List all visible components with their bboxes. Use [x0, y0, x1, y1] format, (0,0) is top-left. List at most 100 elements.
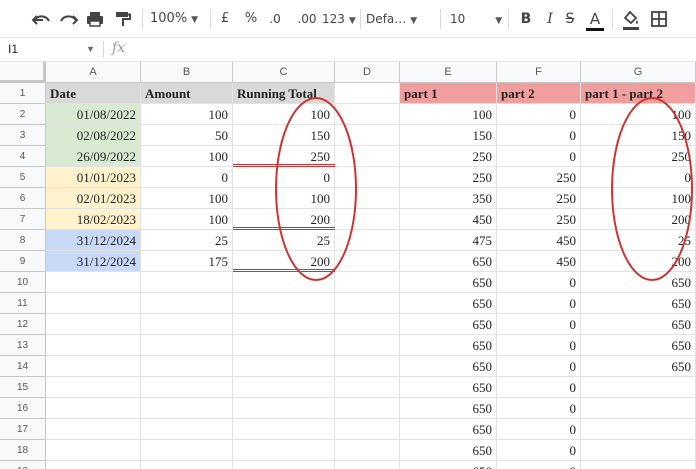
- empty-cell[interactable]: [335, 209, 400, 230]
- empty-cell[interactable]: [335, 293, 400, 314]
- table-cell[interactable]: 650: [400, 335, 497, 356]
- row-header-9[interactable]: 9: [0, 251, 46, 272]
- table-cell[interactable]: 25: [581, 230, 696, 251]
- table-cell[interactable]: 100: [581, 188, 696, 209]
- formula-input[interactable]: [136, 42, 676, 58]
- column-header-c[interactable]: C: [233, 62, 335, 83]
- empty-cell[interactable]: [335, 314, 400, 335]
- empty-cell[interactable]: [335, 272, 400, 293]
- row-header-17[interactable]: 17: [0, 419, 46, 440]
- table-cell[interactable]: 0: [497, 398, 581, 419]
- empty-cell[interactable]: [46, 314, 141, 335]
- row-header-4[interactable]: 4: [0, 146, 46, 167]
- bold-button[interactable]: B: [516, 7, 536, 31]
- header-cell[interactable]: part 1 - part 2: [581, 83, 696, 104]
- table-cell[interactable]: 250: [497, 188, 581, 209]
- empty-cell[interactable]: [46, 293, 141, 314]
- empty-cell[interactable]: [141, 440, 233, 461]
- empty-cell[interactable]: [141, 272, 233, 293]
- font-select[interactable]: Defa… ▼: [366, 7, 432, 31]
- date-cell[interactable]: 02/01/2023: [46, 188, 141, 209]
- borders-icon[interactable]: [648, 7, 670, 31]
- table-cell[interactable]: 650: [400, 356, 497, 377]
- print-icon[interactable]: [84, 7, 106, 31]
- fill-color-icon[interactable]: [620, 7, 642, 31]
- table-cell[interactable]: 175: [141, 251, 233, 272]
- date-cell[interactable]: 18/02/2023: [46, 209, 141, 230]
- table-cell[interactable]: 650: [581, 356, 696, 377]
- undo-icon[interactable]: [30, 7, 52, 31]
- spreadsheet-grid[interactable]: ABCDEFG12345678910111213141516171819Date…: [0, 62, 696, 469]
- table-cell[interactable]: 0: [497, 125, 581, 146]
- empty-cell[interactable]: [46, 335, 141, 356]
- empty-cell[interactable]: [335, 377, 400, 398]
- empty-cell[interactable]: [141, 335, 233, 356]
- empty-cell[interactable]: [335, 167, 400, 188]
- table-cell[interactable]: 150: [581, 125, 696, 146]
- table-cell[interactable]: 650: [581, 272, 696, 293]
- row-header-16[interactable]: 16: [0, 398, 46, 419]
- column-header-a[interactable]: A: [46, 62, 141, 83]
- row-header-13[interactable]: 13: [0, 335, 46, 356]
- table-cell[interactable]: 100: [141, 104, 233, 125]
- paint-format-icon[interactable]: [112, 7, 134, 31]
- table-cell[interactable]: 250: [400, 146, 497, 167]
- empty-cell[interactable]: [46, 272, 141, 293]
- table-cell[interactable]: 650: [581, 335, 696, 356]
- table-cell[interactable]: 200: [581, 251, 696, 272]
- empty-cell[interactable]: [335, 461, 400, 469]
- empty-cell[interactable]: [233, 419, 335, 440]
- select-all-corner[interactable]: [0, 62, 46, 83]
- row-header-8[interactable]: 8: [0, 230, 46, 251]
- empty-cell[interactable]: [335, 335, 400, 356]
- table-cell[interactable]: [581, 440, 696, 461]
- date-cell[interactable]: 31/12/2024: [46, 251, 141, 272]
- table-cell[interactable]: 200: [581, 209, 696, 230]
- table-cell[interactable]: 0: [497, 461, 581, 469]
- table-cell[interactable]: 650: [400, 461, 497, 469]
- row-header-12[interactable]: 12: [0, 314, 46, 335]
- date-cell[interactable]: 31/12/2024: [46, 230, 141, 251]
- more-formats-button[interactable]: 123 ▼: [322, 7, 356, 31]
- empty-cell[interactable]: [335, 188, 400, 209]
- empty-cell[interactable]: [141, 293, 233, 314]
- table-cell[interactable]: 650: [400, 272, 497, 293]
- row-header-15[interactable]: 15: [0, 377, 46, 398]
- empty-cell[interactable]: [335, 146, 400, 167]
- empty-cell[interactable]: [141, 377, 233, 398]
- table-cell[interactable]: 0: [497, 146, 581, 167]
- row-header-1[interactable]: 1: [0, 83, 46, 104]
- name-box[interactable]: I1: [8, 42, 18, 56]
- empty-cell[interactable]: [46, 398, 141, 419]
- table-cell[interactable]: [581, 419, 696, 440]
- decrease-decimal-button[interactable]: .0: [264, 7, 286, 31]
- table-cell[interactable]: [581, 398, 696, 419]
- row-header-5[interactable]: 5: [0, 167, 46, 188]
- column-header-b[interactable]: B: [141, 62, 233, 83]
- strikethrough-button[interactable]: S: [560, 7, 580, 31]
- row-header-11[interactable]: 11: [0, 293, 46, 314]
- table-cell[interactable]: 100: [400, 104, 497, 125]
- row-header-10[interactable]: 10: [0, 272, 46, 293]
- table-cell[interactable]: 100: [233, 188, 335, 209]
- row-header-2[interactable]: 2: [0, 104, 46, 125]
- empty-cell[interactable]: [233, 335, 335, 356]
- zoom-select[interactable]: 100% ▼: [150, 7, 206, 31]
- table-cell[interactable]: 650: [400, 251, 497, 272]
- row-header-3[interactable]: 3: [0, 125, 46, 146]
- table-cell[interactable]: 650: [400, 440, 497, 461]
- table-cell[interactable]: 100: [581, 104, 696, 125]
- empty-cell[interactable]: [141, 314, 233, 335]
- table-cell[interactable]: 650: [581, 293, 696, 314]
- table-cell[interactable]: 250: [400, 167, 497, 188]
- empty-cell[interactable]: [233, 314, 335, 335]
- table-cell[interactable]: 25: [233, 230, 335, 251]
- table-cell[interactable]: 0: [141, 167, 233, 188]
- empty-cell[interactable]: [335, 125, 400, 146]
- table-cell[interactable]: 450: [400, 209, 497, 230]
- empty-cell[interactable]: [335, 419, 400, 440]
- date-cell[interactable]: 01/08/2022: [46, 104, 141, 125]
- column-header-g[interactable]: G: [581, 62, 696, 83]
- empty-cell[interactable]: [46, 440, 141, 461]
- table-cell[interactable]: 350: [400, 188, 497, 209]
